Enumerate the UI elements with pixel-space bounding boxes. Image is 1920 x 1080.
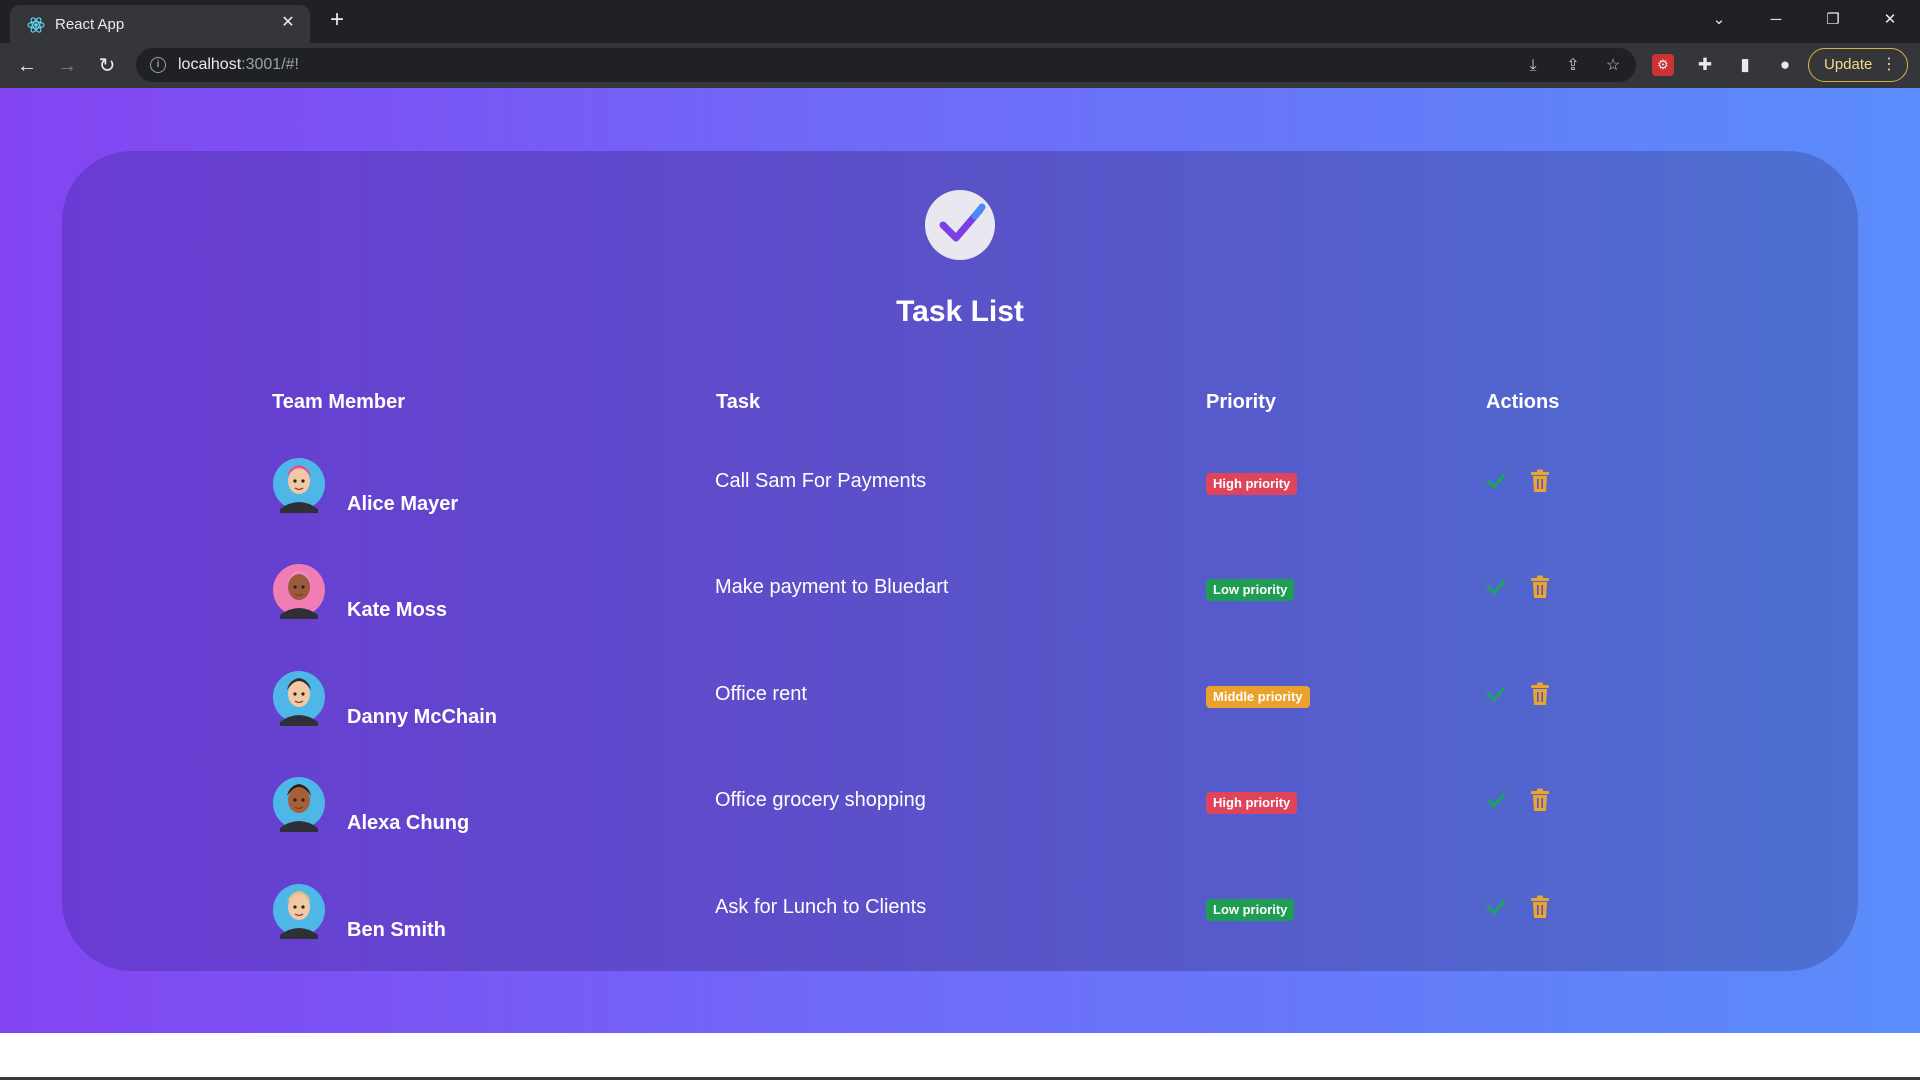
reload-icon[interactable]: ↻ <box>93 52 121 80</box>
column-header-task: Task <box>716 391 761 413</box>
react-icon <box>27 17 45 33</box>
forward-icon[interactable]: → <box>53 52 81 80</box>
site-info-icon[interactable]: i <box>150 57 166 73</box>
minimize-icon[interactable]: ─ <box>1760 8 1792 32</box>
member-name: Alexa Chung <box>347 812 470 834</box>
avatar <box>273 458 325 513</box>
side-panel-icon[interactable]: ▮ <box>1732 52 1758 78</box>
browser-tab[interactable]: React App ✕ <box>10 5 310 43</box>
task-row: Kate Moss Make payment to Bluedart Low pri… <box>62 557 1858 657</box>
avatar <box>273 777 325 832</box>
member-name: Danny McChain <box>347 706 498 728</box>
checkmark-logo-icon <box>925 190 995 260</box>
member-name: Kate Moss <box>347 599 448 621</box>
task-row: Danny McChain Office rent Middle priority <box>62 664 1858 764</box>
menu-dots-icon: ⋮ <box>1881 56 1897 73</box>
task-card: Task List Team Member Task Priority Acti… <box>62 151 1858 971</box>
page: Task List Team Member Task Priority Acti… <box>0 88 1920 1033</box>
install-icon[interactable]: ⤓ <box>1522 55 1544 77</box>
task-row: Ben Smith Ask for Lunch to Clients Low pri… <box>62 877 1858 977</box>
complete-check-icon[interactable] <box>1484 895 1508 919</box>
member-name: Ben Smith <box>347 919 446 941</box>
profile-icon[interactable]: ● <box>1772 52 1798 78</box>
column-header-member: Team Member <box>272 391 406 413</box>
member-name: Alice Mayer <box>347 493 459 515</box>
delete-trash-icon[interactable] <box>1530 682 1550 706</box>
priority-badge: High priority <box>1206 473 1298 495</box>
close-window-icon[interactable]: ✕ <box>1874 8 1906 32</box>
complete-check-icon[interactable] <box>1484 575 1508 599</box>
restore-icon[interactable]: ❐ <box>1817 8 1849 32</box>
priority-badge: Middle priority <box>1206 686 1310 708</box>
complete-check-icon[interactable] <box>1484 788 1508 812</box>
delete-trash-icon[interactable] <box>1530 788 1550 812</box>
tab-close-icon[interactable]: ✕ <box>278 13 298 33</box>
bookmark-star-icon[interactable]: ☆ <box>1602 55 1624 77</box>
column-header-priority: Priority <box>1206 391 1277 413</box>
delete-trash-icon[interactable] <box>1530 575 1550 599</box>
tab-search-icon[interactable]: ⌄ <box>1703 8 1735 32</box>
browser-tab-bar: React App ✕ + ⌄ ─ ❐ ✕ <box>0 0 1920 43</box>
extension-icon[interactable]: ⚙ <box>1652 54 1674 76</box>
url-text: localhost:3001/#! <box>178 56 299 73</box>
share-icon[interactable]: ⇪ <box>1562 55 1584 77</box>
new-tab-icon[interactable]: + <box>325 8 349 33</box>
task-text: Office grocery shopping <box>715 789 926 811</box>
avatar <box>273 671 325 726</box>
task-text: Call Sam For Payments <box>715 470 927 492</box>
update-button[interactable]: Update ⋮ <box>1808 48 1908 82</box>
task-row: Alexa Chung Office grocery shopping High p… <box>62 770 1858 870</box>
page-title: Task List <box>896 295 1024 328</box>
browser-toolbar: ← → ↻ i localhost:3001/#! ⤓ ⇪ ☆ ⚙ ✚ ▮ ● … <box>0 43 1920 88</box>
task-text: Ask for Lunch to Clients <box>715 896 927 918</box>
priority-badge: Low priority <box>1206 899 1295 921</box>
back-icon[interactable]: ← <box>13 52 41 80</box>
task-text: Make payment to Bluedart <box>715 576 949 598</box>
address-bar[interactable]: i localhost:3001/#! ⤓ ⇪ ☆ <box>136 48 1636 82</box>
tab-title: React App <box>55 16 125 33</box>
task-text: Office rent <box>715 683 807 705</box>
column-header-actions: Actions <box>1486 391 1560 413</box>
priority-badge: High priority <box>1206 792 1298 814</box>
complete-check-icon[interactable] <box>1484 682 1508 706</box>
complete-check-icon[interactable] <box>1484 469 1508 493</box>
delete-trash-icon[interactable] <box>1530 469 1550 493</box>
task-row: Alice Mayer Call Sam For Payments High pri… <box>62 451 1858 551</box>
avatar <box>273 884 325 939</box>
avatar <box>273 564 325 619</box>
delete-trash-icon[interactable] <box>1530 895 1550 919</box>
page-bottom <box>0 1033 1920 1080</box>
extensions-puzzle-icon[interactable]: ✚ <box>1692 52 1718 78</box>
priority-badge: Low priority <box>1206 579 1295 601</box>
